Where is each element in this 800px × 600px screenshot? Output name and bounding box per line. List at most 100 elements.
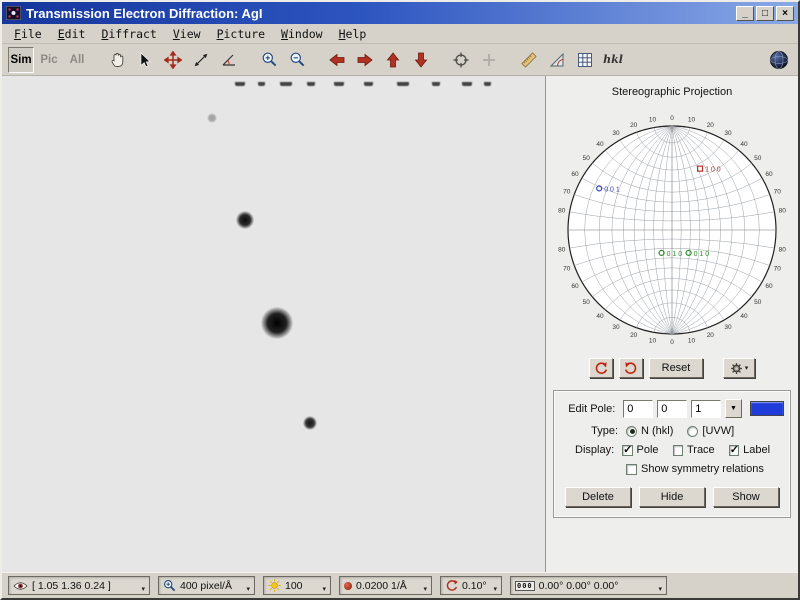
tab-all[interactable]: All — [64, 47, 90, 73]
status-rotation-step[interactable]: 0.10° ▾ — [440, 576, 502, 595]
menu-edit[interactable]: Edit — [50, 25, 94, 43]
net-angle-label: 30 — [612, 130, 620, 137]
net-angle-label: 70 — [563, 189, 571, 196]
spot-size-icon — [344, 581, 352, 590]
rotate-right-button[interactable] — [352, 47, 378, 73]
rotate-ccw-button[interactable] — [589, 358, 613, 378]
pole-list-dropdown-button[interactable]: ▼ — [725, 399, 742, 418]
menu-window[interactable]: Window — [273, 25, 331, 43]
symmetry-checkbox[interactable] — [626, 463, 637, 475]
net-angle-label: 10 — [649, 337, 657, 344]
measure-tool-button[interactable] — [188, 47, 214, 73]
diffraction-spot — [261, 307, 293, 339]
diffraction-spot — [207, 113, 217, 123]
pole-h-input[interactable] — [623, 399, 654, 418]
stereographic-panel: Stereographic Projection 80 70 60 50 40 30 20 1… — [546, 76, 798, 572]
trace-checkbox[interactable] — [672, 444, 683, 456]
radio-n-hkl[interactable] — [626, 425, 637, 437]
diagonal-arrow-icon — [194, 53, 208, 66]
status-brightness[interactable]: 100 ▾ — [263, 576, 331, 595]
label-checkbox[interactable] — [728, 443, 739, 456]
net-angle-label: 10 — [688, 117, 696, 124]
status-zone-axis[interactable]: [ 1.05 1.36 0.24 ] ▾ — [8, 576, 150, 595]
close-button[interactable]: × — [776, 5, 794, 21]
show-button[interactable]: Show — [713, 487, 779, 507]
center-beam-button[interactable] — [448, 47, 474, 73]
diffraction-canvas[interactable] — [2, 76, 546, 572]
pole-checkbox[interactable] — [622, 443, 633, 456]
pole-k-input[interactable] — [657, 399, 688, 418]
hide-button[interactable]: Hide — [639, 487, 705, 507]
red-down-arrow-icon — [414, 52, 428, 68]
menu-view[interactable]: View — [165, 25, 209, 43]
zoom-out-button[interactable] — [284, 47, 310, 73]
target-icon — [453, 52, 469, 67]
red-up-arrow-icon — [386, 51, 400, 67]
pole-label: 0 1 0 — [667, 251, 683, 258]
plus-icon — [483, 53, 495, 66]
net-angle-label: 50 — [754, 155, 762, 162]
clipped-label-fragment — [334, 82, 344, 86]
net-angle-label: 60 — [765, 171, 773, 178]
ruler-button[interactable] — [516, 47, 542, 73]
net-angle-label: 40 — [596, 313, 604, 320]
net-angle-label: 60 — [765, 283, 773, 290]
net-angle-label: 20 — [630, 122, 638, 129]
edit-pole-panel: Edit Pole: ▼ Type: N (hkl) [UVW] Display… — [553, 390, 791, 518]
status-scale[interactable]: 400 pixel/Å ▾ — [158, 576, 255, 595]
menubar: File Edit Diffract View Picture Window H… — [2, 24, 798, 44]
radio-uvw-label: [UVW] — [702, 425, 735, 437]
status-tilt-angles[interactable]: 000 0.00° 0.00° 0.00° ▾ — [510, 576, 667, 595]
angle-tool-button[interactable] — [216, 47, 242, 73]
menu-diffract[interactable]: Diffract — [93, 25, 164, 43]
globe-button[interactable] — [766, 47, 792, 73]
reset-button[interactable]: Reset — [649, 358, 703, 378]
grid-button[interactable] — [572, 47, 598, 73]
pole-l-input[interactable] — [691, 399, 722, 418]
menu-file[interactable]: File — [6, 25, 50, 43]
red-right-arrow-icon — [357, 53, 373, 66]
wulff-net[interactable]: 80 70 60 50 40 30 20 10 0 10 20 30 40 50 60 70 80 80 70 60 5… — [554, 112, 790, 348]
panel-title: Stereographic Projection — [611, 86, 733, 98]
rotate-left-button[interactable] — [324, 47, 350, 73]
clipped-label-fragment — [307, 82, 315, 86]
net-angle-label: 80 — [558, 246, 566, 253]
net-angle-label: 70 — [563, 265, 571, 272]
net-angle-label: 40 — [740, 141, 748, 148]
pole-checkbox-label: Pole — [636, 444, 659, 456]
pole-label: 1 0 0 — [705, 167, 721, 174]
net-angle-label: 80 — [779, 246, 787, 253]
tilt-down-button[interactable] — [408, 47, 434, 73]
tab-sim[interactable]: Sim — [8, 46, 34, 73]
eye-icon — [13, 581, 28, 590]
maximize-button[interactable]: □ — [756, 5, 774, 21]
rotate-cw-icon — [624, 362, 637, 374]
rotate-cw-button[interactable] — [619, 358, 643, 378]
tilt-up-button[interactable] — [380, 47, 406, 73]
zoom-in-button[interactable] — [256, 47, 282, 73]
protractor-button[interactable] — [544, 47, 570, 73]
status-spot-size[interactable]: 0.0200 1/Å ▾ — [339, 576, 432, 595]
menu-picture[interactable]: Picture — [209, 25, 273, 43]
zoom-in-icon — [262, 52, 276, 67]
hkl-button[interactable]: hkl — [600, 47, 626, 73]
net-angle-label: 80 — [779, 208, 787, 215]
cursor-icon — [140, 51, 151, 67]
menu-help[interactable]: Help — [331, 25, 375, 43]
clipped-label-fragment — [484, 82, 491, 86]
settings-button[interactable]: ▾ — [723, 358, 755, 378]
select-tool-button[interactable] — [132, 47, 158, 73]
diffraction-spot — [303, 416, 317, 430]
clipped-label-fragment — [432, 82, 440, 86]
minimize-button[interactable]: _ — [736, 5, 754, 21]
pole-color-swatch[interactable] — [749, 401, 784, 416]
pan-tool-button[interactable] — [104, 47, 130, 73]
tab-pic[interactable]: Pic — [36, 47, 62, 73]
delete-button[interactable]: Delete — [565, 487, 631, 507]
titlebar: Transmission Electron Diffraction: AgI _… — [2, 2, 798, 24]
add-button[interactable] — [476, 47, 502, 73]
type-label: Type: — [591, 425, 618, 437]
net-angle-label: 0 — [670, 339, 674, 346]
radio-uvw[interactable] — [687, 425, 699, 437]
move-tool-button[interactable] — [160, 47, 186, 73]
